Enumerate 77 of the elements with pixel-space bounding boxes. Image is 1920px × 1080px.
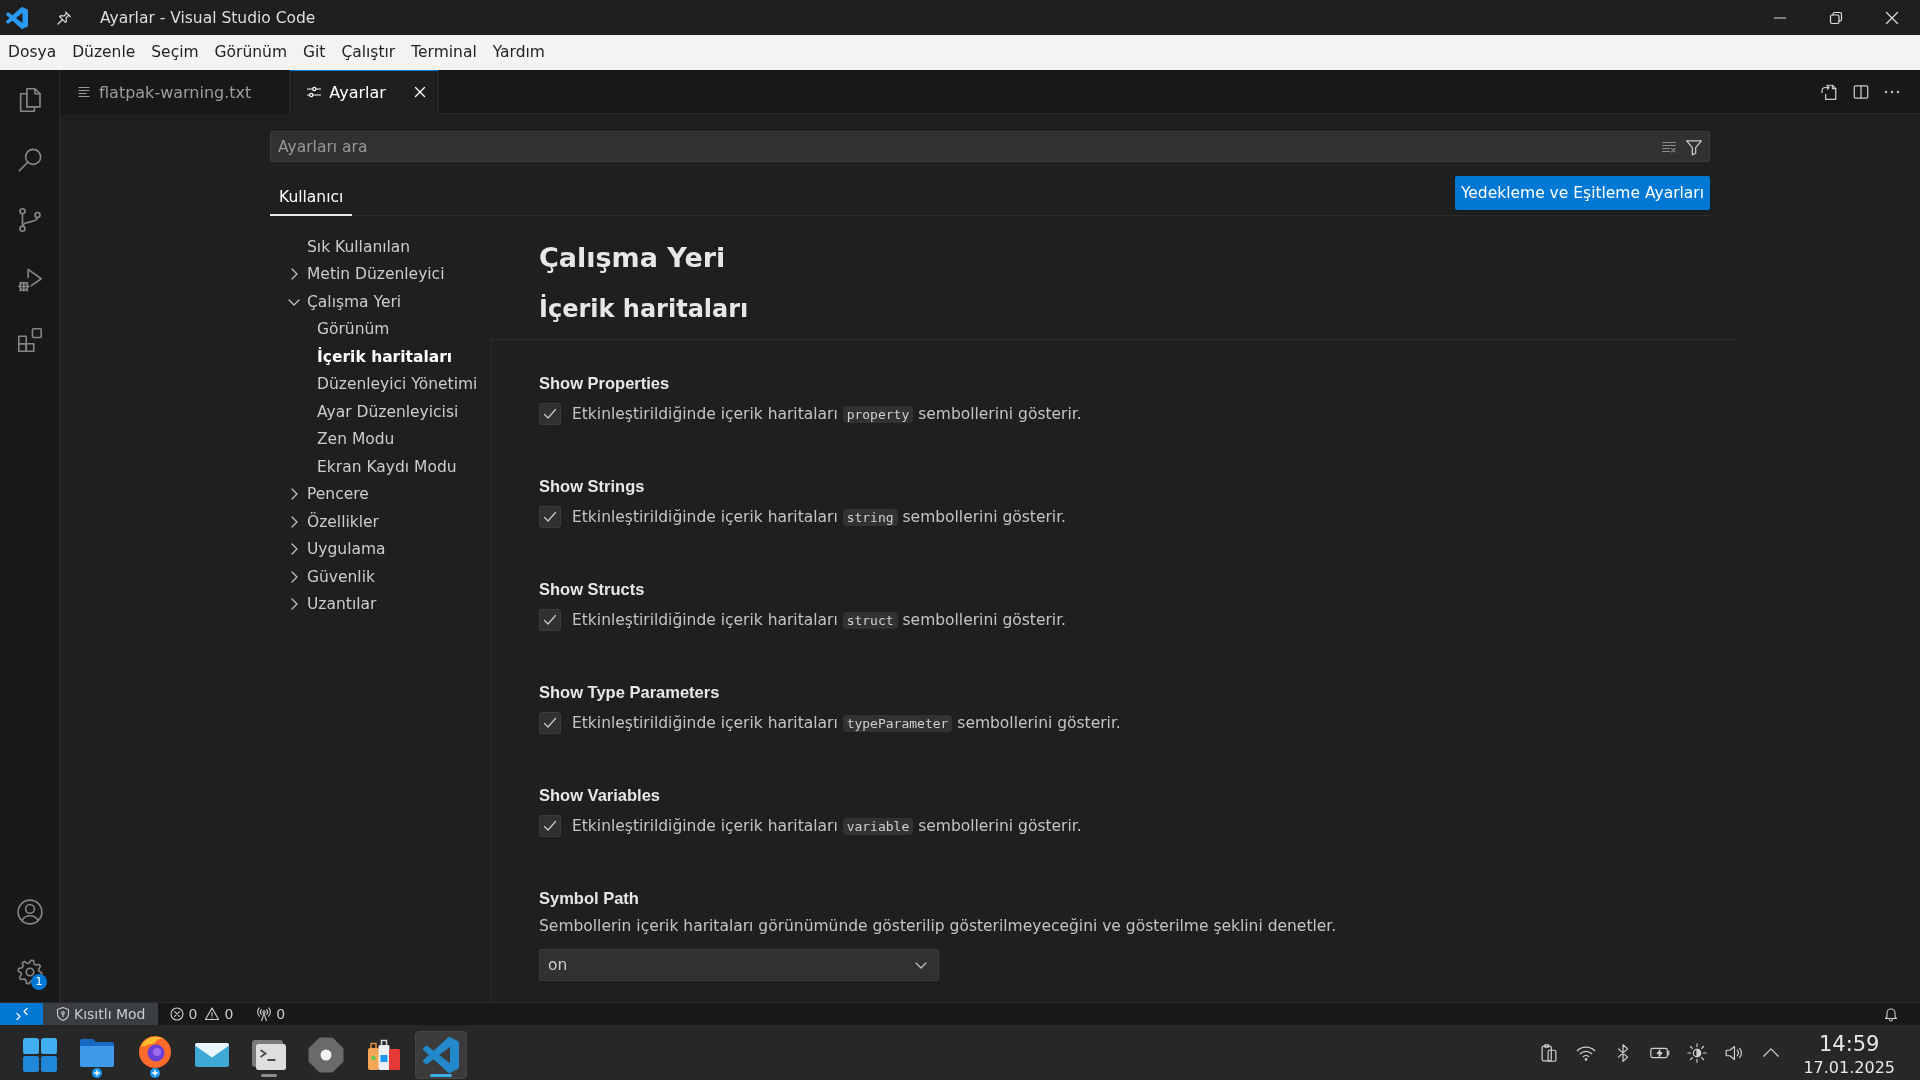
open-json-file-icon[interactable] [1820, 82, 1838, 101]
toc-item[interactable]: Düzenleyici Yönetimi [270, 370, 491, 398]
setting-title: Show Variables [539, 785, 661, 806]
toc-item[interactable]: Zen Modu [270, 425, 491, 453]
toc-item[interactable]: Görünüm [270, 315, 491, 343]
clock-time[interactable]: 14:59 [1818, 1033, 1880, 1055]
symbol-path-dropdown[interactable]: on [539, 949, 939, 981]
menu-item[interactable]: Düzenle [64, 35, 144, 70]
filter-icon[interactable] [1685, 137, 1703, 156]
setting-description: Etkinleştirildiğinde içerik haritaları variable sembollerini gösterir. [572, 815, 1082, 837]
toc-item[interactable]: Metin Düzenleyici [270, 260, 491, 288]
remote-button[interactable] [0, 1003, 43, 1025]
error-count[interactable]: 0 [188, 1006, 198, 1022]
toc-item[interactable]: Özellikler [270, 508, 491, 536]
close-icon[interactable] [1884, 9, 1900, 26]
vscode-logo-icon [423, 1036, 460, 1073]
setting-title: Show Structs [539, 579, 645, 600]
toc-item[interactable]: Ekran Kaydı Modu [270, 453, 491, 481]
more-actions-icon[interactable] [1884, 89, 1900, 94]
setting-title: Show Properties [539, 373, 670, 394]
setting-description: Etkinleştirildiğinde içerik haritaları string sembollerini gösterir. [572, 506, 1066, 528]
toc-item[interactable]: Ayar Düzenleyicisi [270, 398, 491, 426]
checkbox[interactable] [539, 815, 561, 837]
remote-icon [13, 1006, 30, 1022]
checkbox[interactable] [539, 609, 561, 631]
sync-settings-button[interactable]: Yedekleme ve Eşitleme Ayarları [1454, 176, 1710, 210]
checkbox[interactable] [539, 506, 561, 528]
setting-title: Show Strings [539, 476, 645, 497]
search-field[interactable]: Ayarları ara [270, 131, 1710, 162]
menu-item[interactable]: Terminal [403, 35, 485, 70]
menu-item[interactable]: Görünüm [206, 35, 296, 70]
sliders-icon [306, 84, 323, 100]
warning-count[interactable]: 0 [224, 1006, 234, 1022]
category-title: Çalışma Yeri [539, 241, 726, 275]
toc-item[interactable]: Pencere [270, 480, 491, 508]
restore-icon[interactable] [1828, 9, 1844, 26]
broadcast-icon[interactable] [256, 1006, 273, 1022]
ports-count[interactable]: 0 [276, 1006, 286, 1022]
toc-item[interactable]: İçerik haritaları [270, 343, 491, 371]
toc-item[interactable]: Güvenlik [270, 563, 491, 591]
setting-description: Etkinleştirildiğinde içerik haritaları struct sembollerini gösterir. [572, 609, 1066, 631]
bell-icon[interactable] [1883, 1006, 1899, 1022]
checkbox[interactable] [539, 403, 561, 425]
notification-badge: 1 [31, 974, 47, 990]
setting-description: Etkinleştirildiğinde içerik haritaları property sembollerini gösterir. [572, 403, 1082, 425]
toc-item[interactable]: Sık Kullanılan [270, 233, 491, 261]
toc-item[interactable]: Uzantılar [270, 590, 491, 618]
menu-item[interactable]: Çalıştır [333, 35, 404, 70]
menu-item[interactable]: Git [295, 35, 334, 70]
pin-icon[interactable] [56, 9, 72, 26]
settings-gear-icon[interactable] [14, 957, 45, 987]
split-editor-icon[interactable] [1852, 82, 1870, 101]
taskbar-app-button[interactable] [415, 1030, 468, 1079]
shield-icon [55, 1006, 71, 1022]
setting-description: Etkinleştirildiğinde içerik haritaları typeParameter sembollerini gösterir. [572, 712, 1121, 734]
editor-tab[interactable]: flatpak-warning.txt [60, 70, 291, 114]
menu-item[interactable]: Yardım [484, 35, 553, 70]
menu-item[interactable]: Dosya [0, 35, 65, 70]
window-title: Ayarlar - Visual Studio Code [100, 8, 316, 27]
setting-title: Symbol Path [539, 888, 639, 909]
clock-date[interactable]: 17.01.2025 [1803, 1058, 1895, 1078]
editor-tab[interactable]: Ayarlar [290, 70, 439, 114]
account-icon[interactable] [14, 897, 45, 927]
restricted-mode-button[interactable]: Kısıtlı Mod [43, 1003, 158, 1025]
checkbox[interactable] [539, 712, 561, 734]
warning-icon[interactable] [204, 1006, 221, 1022]
brightness-icon[interactable] [1686, 1041, 1709, 1064]
menu-item[interactable]: Seçim [143, 35, 207, 70]
vscode-logo-icon [6, 6, 28, 29]
error-icon[interactable] [168, 1006, 185, 1022]
section-title: İçerik haritaları [539, 293, 749, 325]
setting-title: Show Type Parameters [539, 682, 720, 703]
toc-item[interactable]: Uygulama [270, 535, 491, 563]
text-lines-icon [76, 84, 92, 100]
toc-item[interactable]: Çalışma Yeri [270, 288, 491, 316]
setting-description: Sembollerin içerik haritaları görünümünde gösterilip gösterilmeyeceğini ve gösterilme şeklini denetler. [539, 916, 1337, 937]
scope-tab[interactable]: Kullanıcı [270, 179, 353, 216]
